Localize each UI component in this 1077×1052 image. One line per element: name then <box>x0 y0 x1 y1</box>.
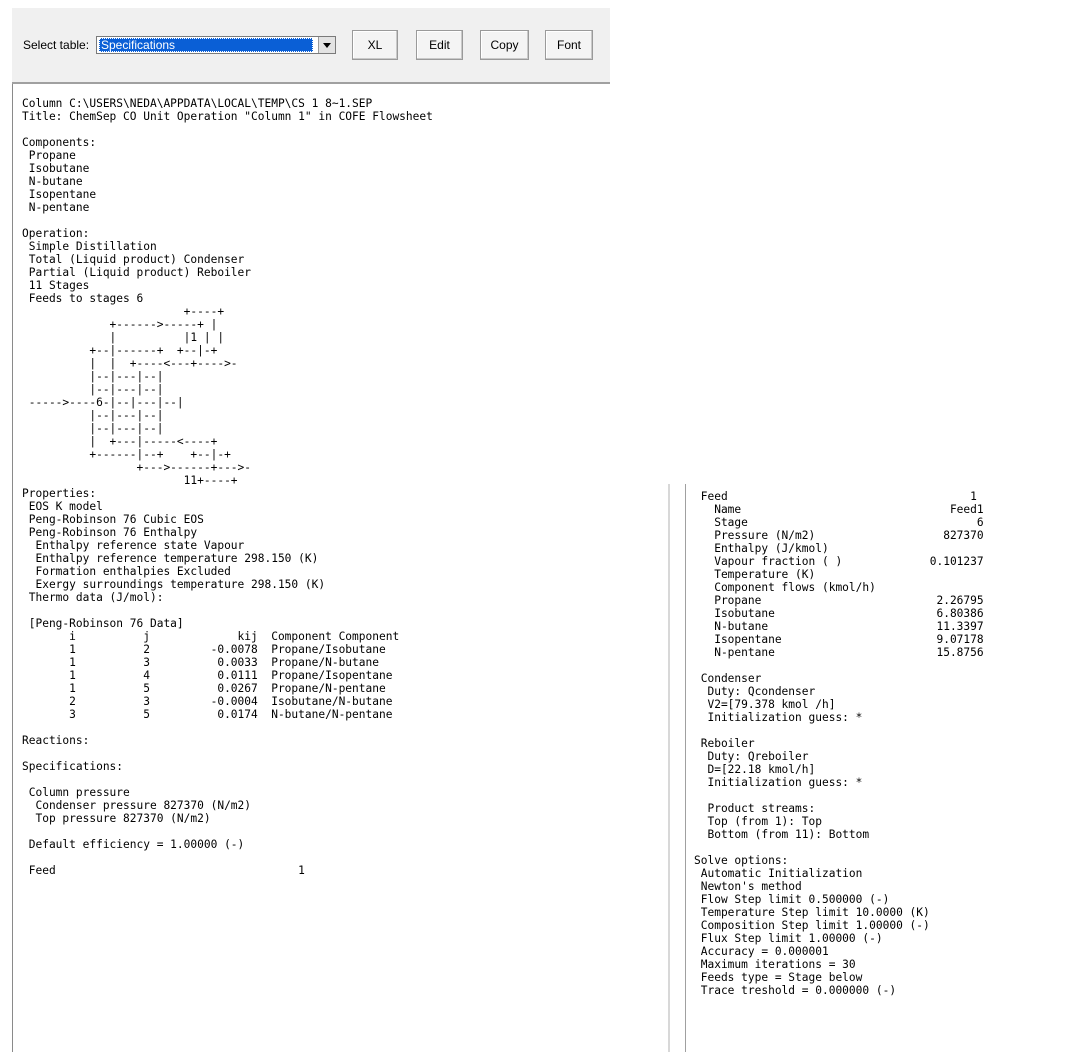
edit-button[interactable]: Edit <box>416 30 463 60</box>
font-button[interactable]: Font <box>545 30 593 60</box>
xl-button[interactable]: XL <box>352 30 398 60</box>
chevron-down-icon[interactable] <box>318 37 335 53</box>
toolbar: Select table: Specifications XL Edit Cop… <box>12 8 610 84</box>
select-table-dropdown[interactable]: Specifications <box>96 36 336 54</box>
report-text-continued: Feed 1 Name Feed1 Stage 6 Pressure (N/m2… <box>694 490 984 997</box>
window-border <box>685 484 686 1052</box>
select-table-value: Specifications <box>99 38 313 52</box>
report-text-area[interactable]: Column C:\USERS\NEDA\APPDATA\LOCAL\TEMP\… <box>12 84 610 1052</box>
window-edge <box>668 484 670 1052</box>
report-text: Column C:\USERS\NEDA\APPDATA\LOCAL\TEMP\… <box>22 97 433 877</box>
report-window-right: Feed 1 Name Feed1 Stage 6 Pressure (N/m2… <box>668 484 1077 1052</box>
copy-button[interactable]: Copy <box>480 30 529 60</box>
select-table-label: Select table: <box>23 38 90 52</box>
report-window-left: Select table: Specifications XL Edit Cop… <box>12 8 610 1052</box>
